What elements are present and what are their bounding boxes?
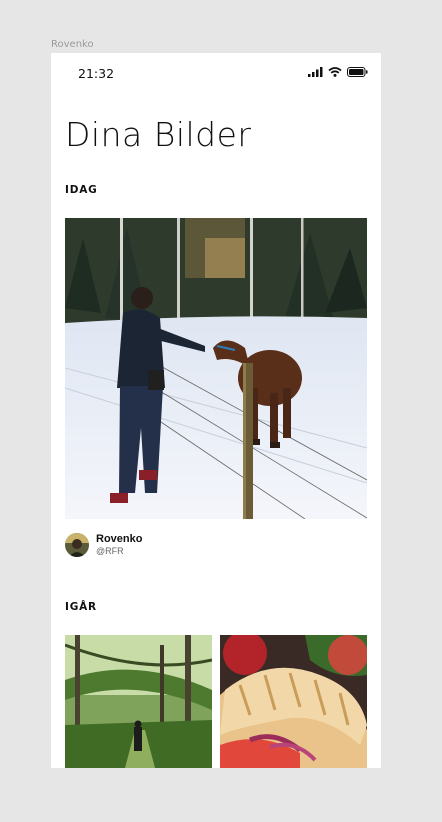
avatar (65, 533, 89, 557)
status-time: 21:32 (78, 66, 115, 81)
signal-icon (308, 67, 323, 77)
section-title-yesterday: IGÅR (65, 601, 97, 613)
photo-sandwich[interactable] (220, 635, 367, 768)
author[interactable]: Rovenko @RFR (65, 533, 142, 557)
section-title-today: IDAG (65, 184, 98, 196)
phone-screen: 21:32 Dina Bilder IDAG Rovenko @RFR IGÅR (51, 53, 381, 768)
author-name: Rovenko (96, 533, 143, 545)
photo-forest-path[interactable] (65, 635, 212, 768)
frame-label: Rovenko (51, 39, 94, 50)
photo-horse-snow[interactable] (65, 218, 367, 519)
wifi-icon (328, 67, 342, 77)
page-title: Dina Bilder (65, 115, 252, 154)
battery-icon (347, 67, 368, 77)
author-info: Rovenko @RFR (96, 533, 142, 557)
author-handle: @RFR (96, 546, 124, 556)
status-icons (308, 67, 368, 77)
